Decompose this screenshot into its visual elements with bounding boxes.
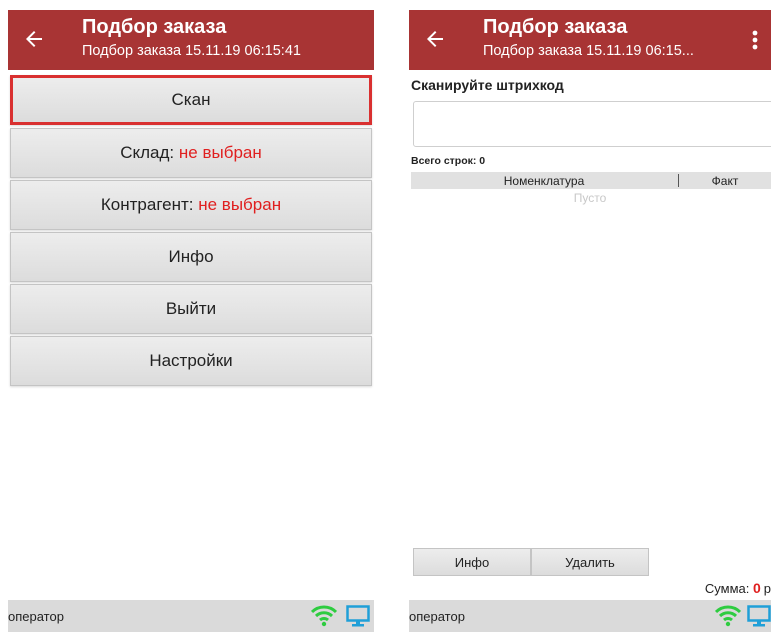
scan-barcode-prompt: Сканируйте штрихкод	[411, 77, 564, 93]
monitor-icon	[747, 605, 771, 627]
status-bar: оператор	[409, 600, 771, 632]
sum-label: Сумма:	[704, 581, 753, 596]
screen-subtitle: Подбор заказа 15.11.19 06:15...	[483, 43, 694, 59]
operator-label: оператор	[8, 609, 64, 624]
exit-button-label: Выйти	[165, 299, 217, 318]
settings-button[interactable]: Настройки	[10, 336, 372, 386]
scan-button[interactable]: Скан	[10, 75, 372, 125]
monitor-icon	[346, 605, 370, 627]
column-header-fact[interactable]: Факт	[679, 174, 771, 188]
app-bar: Подбор заказа Подбор заказа 15.11.19 06:…	[8, 10, 374, 70]
scan-button-label: Скан	[171, 90, 211, 109]
rows-count: Всего строк: 0	[411, 155, 486, 167]
barcode-input[interactable]	[413, 101, 771, 147]
counterparty-value: не выбран	[198, 195, 282, 214]
delete-button-label: Удалить	[565, 554, 615, 570]
exit-button[interactable]: Выйти	[10, 284, 372, 334]
sum-total: Сумма: 0р	[705, 580, 771, 596]
counterparty-button[interactable]: Контрагент: не выбран	[10, 180, 372, 230]
info-button[interactable]: Инфо	[413, 548, 531, 576]
more-vertical-icon[interactable]	[745, 26, 765, 54]
right-screen: Подбор заказа Подбор заказа 15.11.19 06:…	[409, 10, 771, 632]
wifi-icon	[715, 605, 741, 627]
table-header: Номенклатура Факт	[411, 172, 771, 189]
screen-subtitle: Подбор заказа 15.11.19 06:15:41	[82, 43, 301, 59]
screen-title: Подбор заказа	[82, 16, 227, 38]
empty-table-text: Пусто	[573, 191, 607, 205]
delete-button[interactable]: Удалить	[531, 548, 649, 576]
warehouse-value: не выбран	[178, 143, 262, 162]
status-bar: оператор	[8, 600, 374, 632]
operator-label: оператор	[409, 609, 465, 624]
counterparty-label: Контрагент:	[100, 195, 199, 214]
sum-unit: р	[763, 581, 771, 596]
warehouse-button[interactable]: Склад: не выбран	[10, 128, 372, 178]
info-button[interactable]: Инфо	[10, 232, 372, 282]
info-button-label: Инфо	[454, 554, 490, 570]
column-header-nomenclature[interactable]: Номенклатура	[411, 174, 677, 188]
sum-value: 0	[752, 580, 761, 596]
info-button-label: Инфо	[168, 247, 214, 266]
warehouse-label: Склад:	[120, 143, 179, 162]
settings-button-label: Настройки	[149, 351, 233, 370]
back-arrow-icon[interactable]	[423, 27, 447, 51]
app-bar: Подбор заказа Подбор заказа 15.11.19 06:…	[409, 10, 771, 70]
left-screen: Подбор заказа Подбор заказа 15.11.19 06:…	[8, 10, 374, 632]
wifi-icon	[311, 605, 337, 627]
screen-title: Подбор заказа	[483, 16, 628, 38]
back-arrow-icon[interactable]	[22, 27, 46, 51]
